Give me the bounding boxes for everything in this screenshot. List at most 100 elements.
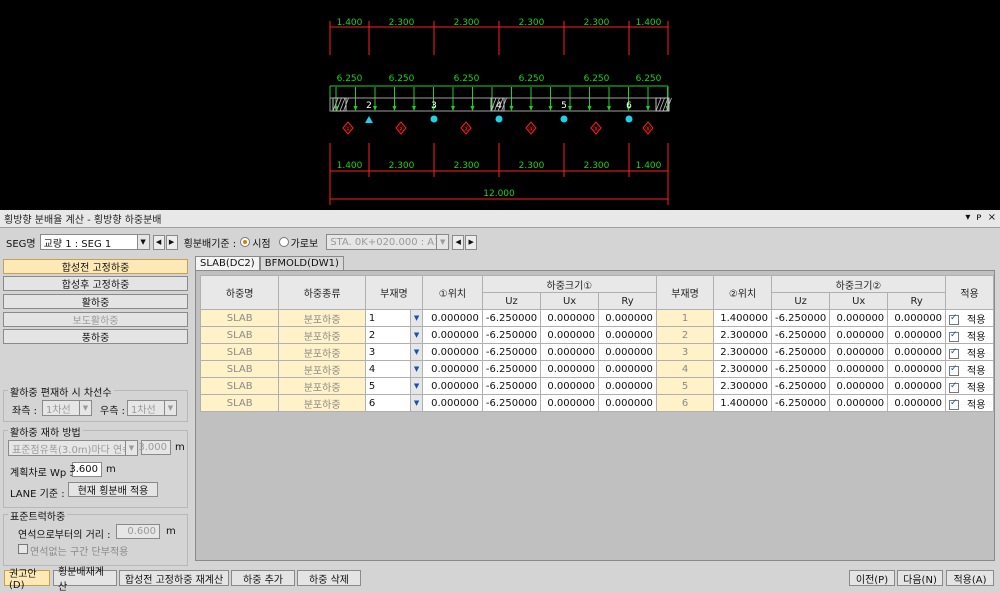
table-cell[interactable]: 1.400000 bbox=[713, 309, 772, 327]
table-cell[interactable]: 0.000000 bbox=[422, 309, 483, 327]
table-cell[interactable]: 적용 bbox=[945, 377, 994, 395]
table-cell[interactable]: 0.000000 bbox=[829, 360, 889, 378]
seg-prev-button[interactable]: ◀ bbox=[152, 234, 165, 250]
table-cell[interactable]: 0.000000 bbox=[829, 343, 889, 361]
table-cell[interactable]: 적용 bbox=[945, 394, 994, 412]
table-cell[interactable]: 0.000000 bbox=[540, 377, 600, 395]
table-row[interactable]: SLAB 분포하중 6 ▼ 0.000000 -6.250000 0.000000 0.000… bbox=[199, 394, 994, 412]
table-cell[interactable]: 0.000000 bbox=[887, 377, 947, 395]
pin-dropdown-icon[interactable]: ▾ bbox=[965, 212, 970, 223]
apply-current-distribution-button[interactable]: 현재 횡분배 적용 bbox=[68, 482, 158, 497]
pin-icon[interactable]: ᴘ bbox=[976, 212, 981, 223]
recommend-button[interactable]: 권고안(D) bbox=[4, 569, 50, 591]
table-cell[interactable]: -6.250000 bbox=[481, 394, 542, 412]
table-cell[interactable]: -6.250000 bbox=[770, 360, 831, 378]
cad-drawing-view[interactable]: 1.400 2.300 2.300 2.300 2.300 1.400 6.250 6.250… bbox=[0, 0, 1000, 210]
apply-checkbox[interactable] bbox=[949, 364, 960, 376]
table-row[interactable]: SLAB 분포하중 2 ▼ 0.000000 -6.250000 0.000000 0.000… bbox=[199, 326, 994, 344]
basis-start-radio[interactable] bbox=[240, 237, 251, 247]
table-cell[interactable]: 1.400000 bbox=[713, 394, 772, 412]
table-cell[interactable]: -6.250000 bbox=[481, 309, 542, 327]
table-cell[interactable]: 0.000000 bbox=[829, 326, 889, 344]
table-cell[interactable]: 1 ▼ bbox=[364, 309, 424, 327]
curb-distance-input[interactable]: 0.600 bbox=[116, 524, 160, 539]
table-cell[interactable]: 0.000000 bbox=[598, 309, 657, 327]
table-cell[interactable]: 2.300000 bbox=[713, 377, 772, 395]
table-cell[interactable]: 0.000000 bbox=[540, 343, 600, 361]
method-width-input[interactable]: 3.000 bbox=[138, 440, 171, 455]
add-load-button[interactable]: 하중 추가 bbox=[231, 570, 295, 586]
tab-slab-dc2[interactable]: SLAB(DC2) bbox=[195, 256, 260, 270]
sta-prev-button[interactable]: ◀ bbox=[452, 234, 465, 250]
table-cell[interactable]: 0.000000 bbox=[829, 309, 889, 327]
no-curb-checkbox[interactable] bbox=[18, 544, 28, 554]
table-cell[interactable]: 4 ▼ bbox=[364, 360, 424, 378]
table-cell[interactable]: -6.250000 bbox=[770, 377, 831, 395]
table-row[interactable]: SLAB 분포하중 4 ▼ 0.000000 -6.250000 0.000000 0.000… bbox=[199, 360, 994, 378]
table-cell[interactable]: 0.000000 bbox=[598, 343, 657, 361]
apply-checkbox[interactable] bbox=[949, 347, 960, 359]
table-cell[interactable]: 6 ▼ bbox=[364, 394, 424, 412]
table-row[interactable]: SLAB 분포하중 3 ▼ 0.000000 -6.250000 0.000000 0.000… bbox=[199, 343, 994, 361]
table-cell[interactable]: -6.250000 bbox=[770, 343, 831, 361]
method-select[interactable]: 표준점유폭(3.0m)마다 연속 ▼ bbox=[8, 440, 138, 456]
sta-next-button[interactable]: ▶ bbox=[465, 234, 478, 250]
apply-checkbox[interactable] bbox=[949, 313, 960, 325]
table-cell[interactable]: 적용 bbox=[945, 360, 994, 378]
recalc-distribution-button[interactable]: 횡분배재계산 bbox=[53, 567, 117, 593]
table-cell[interactable]: 0.000000 bbox=[829, 377, 889, 395]
table-cell[interactable]: 0.000000 bbox=[540, 394, 600, 412]
table-cell[interactable]: 적용 bbox=[945, 326, 994, 344]
table-cell[interactable]: 2.300000 bbox=[713, 343, 772, 361]
table-row[interactable]: SLAB 분포하중 1 ▼ 0.000000 -6.250000 0.000000 0.000… bbox=[199, 309, 994, 327]
table-row[interactable]: SLAB 분포하중 5 ▼ 0.000000 -6.250000 0.000000 0.000… bbox=[199, 377, 994, 395]
table-cell[interactable]: 0.000000 bbox=[422, 360, 483, 378]
table-cell[interactable]: 3 ▼ bbox=[364, 343, 424, 361]
right-lanes-select[interactable]: 1차선 ▼ bbox=[127, 400, 177, 416]
table-cell[interactable]: 0.000000 bbox=[422, 343, 483, 361]
table-cell[interactable]: 0.000000 bbox=[598, 360, 657, 378]
delete-load-button[interactable]: 하중 삭제 bbox=[297, 570, 361, 586]
table-cell[interactable]: 적용 bbox=[945, 343, 994, 361]
close-icon[interactable]: × bbox=[988, 212, 996, 223]
table-cell[interactable]: -6.250000 bbox=[481, 326, 542, 344]
left-lanes-select[interactable]: 1차선 ▼ bbox=[42, 400, 92, 416]
live-load-button[interactable]: 활하중 bbox=[3, 294, 188, 309]
apply-checkbox[interactable] bbox=[949, 330, 960, 342]
table-cell[interactable]: 2 ▼ bbox=[364, 326, 424, 344]
table-cell[interactable]: 0.000000 bbox=[887, 343, 947, 361]
table-cell[interactable]: -6.250000 bbox=[770, 309, 831, 327]
table-cell[interactable]: 2.300000 bbox=[713, 360, 772, 378]
table-cell[interactable]: 0.000000 bbox=[829, 394, 889, 412]
recalc-dead-load-button[interactable]: 합성전 고정하중 재계산 bbox=[119, 570, 229, 586]
table-cell[interactable]: -6.250000 bbox=[481, 377, 542, 395]
table-cell[interactable]: 5 ▼ bbox=[364, 377, 424, 395]
table-cell[interactable]: 0.000000 bbox=[598, 326, 657, 344]
table-cell[interactable]: 0.000000 bbox=[887, 360, 947, 378]
table-cell[interactable]: 0.000000 bbox=[887, 394, 947, 412]
tab-bfmold-dw1[interactable]: BFMOLD(DW1) bbox=[259, 256, 344, 270]
seg-next-button[interactable]: ▶ bbox=[165, 234, 178, 250]
table-cell[interactable]: 0.000000 bbox=[598, 377, 657, 395]
table-cell[interactable]: 0.000000 bbox=[422, 394, 483, 412]
table-cell[interactable]: -6.250000 bbox=[481, 360, 542, 378]
table-cell[interactable]: 0.000000 bbox=[540, 360, 600, 378]
postcomposite-dead-load-button[interactable]: 합성후 고정하중 bbox=[3, 276, 188, 291]
table-cell[interactable]: 0.000000 bbox=[887, 326, 947, 344]
wp-input[interactable]: 3.600 bbox=[69, 462, 102, 477]
wind-load-button[interactable]: 풍하중 bbox=[3, 329, 188, 344]
table-cell[interactable]: 적용 bbox=[945, 309, 994, 327]
apply-button[interactable]: 적용(A) bbox=[946, 570, 994, 586]
table-cell[interactable]: 0.000000 bbox=[887, 309, 947, 327]
precomposite-dead-load-button[interactable]: 합성전 고정하중 bbox=[3, 259, 188, 274]
table-cell[interactable]: 0.000000 bbox=[540, 309, 600, 327]
seg-select[interactable]: 교량 1 : SEG 1 ▼ bbox=[39, 234, 150, 250]
table-cell[interactable]: -6.250000 bbox=[770, 394, 831, 412]
table-cell[interactable]: -6.250000 bbox=[481, 343, 542, 361]
apply-checkbox[interactable] bbox=[949, 381, 960, 393]
table-cell[interactable]: 0.000000 bbox=[422, 326, 483, 344]
prev-button[interactable]: 이전(P) bbox=[849, 570, 895, 586]
table-cell[interactable]: 0.000000 bbox=[422, 377, 483, 395]
sta-select[interactable]: STA. 0K+020.000 : A1 ▼ bbox=[326, 234, 450, 250]
basis-crossbeam-radio[interactable] bbox=[278, 237, 289, 247]
